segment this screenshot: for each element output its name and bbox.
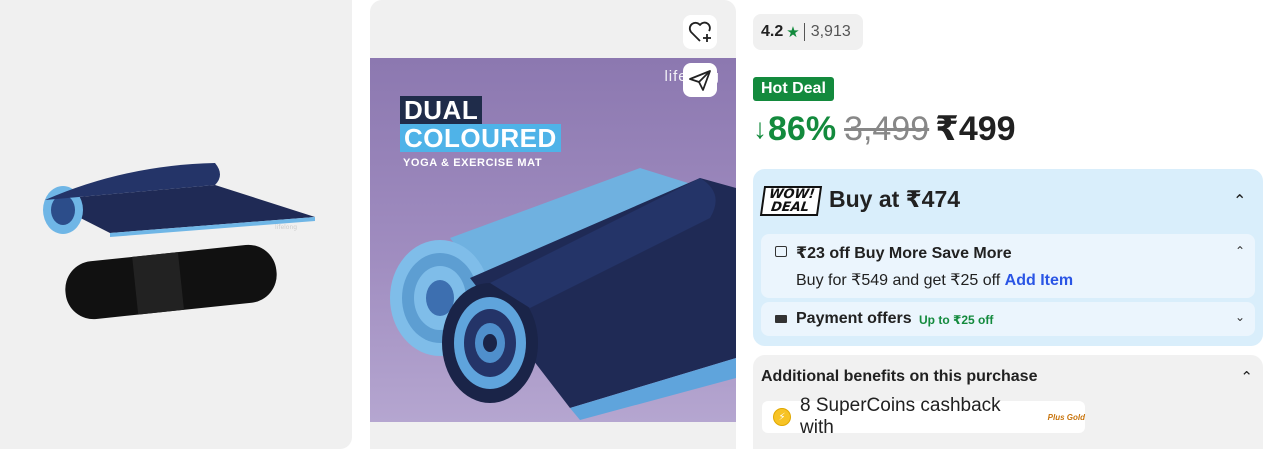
mrp-price: 3,499: [844, 109, 930, 148]
card-icon: [775, 315, 787, 323]
rating-value: 4.2: [761, 23, 784, 40]
wow-deal-box: WOW! DEAL Buy at ₹474 ⌃ ₹23 off Buy More…: [753, 169, 1263, 346]
supercoin-icon: ⚡: [773, 408, 791, 426]
share-button[interactable]: [683, 63, 717, 97]
offer-tag-icon: [775, 246, 787, 257]
down-arrow-icon: ↓: [753, 113, 767, 144]
svg-text:lifelong: lifelong: [275, 224, 297, 231]
plus-gold-logo: Plus Gold: [1047, 412, 1086, 422]
cashback-text: 8 SuperCoins cashback with: [800, 395, 1001, 438]
chevron-up-icon[interactable]: ⌃: [1233, 191, 1246, 211]
price-row: ↓ 86% 3,499 ₹499: [753, 108, 1016, 150]
product-main-image: DUAL COLOURED YOGA & EXERCISE MAT lifelo…: [370, 58, 736, 422]
buy-more-offer-card[interactable]: ₹23 off Buy More Save More Buy for ₹549 …: [761, 234, 1255, 298]
rating-divider: [803, 23, 805, 41]
add-item-link[interactable]: Add Item: [1005, 272, 1073, 289]
offer-title: ₹23 off Buy More Save More: [796, 245, 1012, 262]
mat-thumbnail-image: lifelong: [43, 163, 315, 320]
star-icon: ★: [786, 24, 800, 41]
benefits-title: Additional benefits on this purchase: [761, 368, 1038, 385]
image-headline-1: DUAL: [400, 96, 483, 124]
thumbnail-image-panel[interactable]: lifelong: [0, 0, 352, 449]
main-image-panel[interactable]: DUAL COLOURED YOGA & EXERCISE MAT lifelo…: [370, 0, 736, 449]
additional-benefits-box: Additional benefits on this purchase ⌃ ⚡…: [753, 355, 1263, 449]
image-headline-2: COLOURED: [400, 124, 561, 152]
final-price: ₹499: [935, 110, 1016, 148]
supercoins-cashback-card[interactable]: ⚡ 8 SuperCoins cashback with Plus Gold: [762, 395, 1086, 438]
wow-deal-title: Buy at ₹474: [829, 186, 961, 212]
payment-offers-title: Payment offers: [796, 310, 912, 327]
share-send-icon: [689, 70, 711, 91]
payment-offers-tag: Up to ₹25 off: [919, 313, 994, 327]
hot-deal-badge: Hot Deal: [753, 77, 834, 101]
chevron-down-icon[interactable]: ⌄: [1235, 310, 1245, 324]
payment-offers-card[interactable]: Payment offers Up to ₹25 off ⌄: [761, 302, 1255, 336]
rating-count: 3,913: [810, 23, 851, 40]
wow-deal-logo: WOW! DEAL: [759, 186, 823, 216]
heart-plus-icon: [688, 21, 711, 42]
wishlist-button[interactable]: [683, 15, 717, 49]
chevron-up-icon[interactable]: ⌃: [1235, 244, 1245, 258]
chevron-up-icon[interactable]: ⌃: [1240, 368, 1253, 386]
discount-percent: 86%: [768, 109, 837, 148]
rating-badge[interactable]: 4.2 ★ 3,913: [753, 14, 863, 50]
wow-logo-line2: DEAL: [770, 200, 811, 215]
offer-description: Buy for ₹549 and get ₹25 off Add Item: [796, 270, 1073, 290]
offer-desc-text: Buy for ₹549 and get ₹25 off: [796, 272, 1001, 289]
rolled-mat-graphic: [390, 168, 736, 420]
